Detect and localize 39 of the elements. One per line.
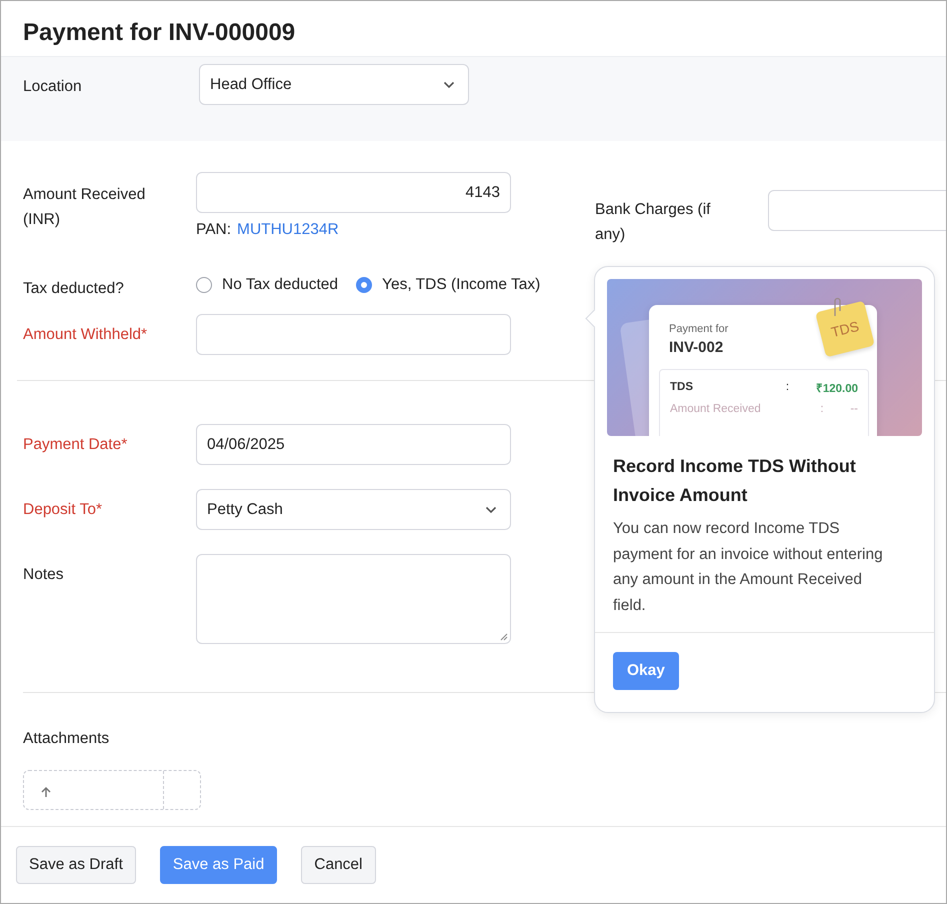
date-field[interactable]: 04/06/2025 [196,424,511,465]
location-dropdown[interactable]: Head Office [199,64,469,105]
card-caption: Payment for [669,323,728,335]
deposit-dropdown[interactable]: Petty Cash [196,489,511,530]
paperclip-icon [832,296,842,318]
chevron-down-icon [443,80,455,88]
pan-label: PAN: [196,221,232,239]
footer-button[interactable]: Save as Draft [16,846,136,884]
field-label: Location [23,77,83,97]
field-label: Amount Received (INR) [23,185,146,230]
field-label: Payment Date* [23,435,128,455]
upload-icon [40,786,52,798]
chevron-down-icon [485,506,497,514]
row-separator: : [820,403,825,415]
attachments-label: Attachments [23,729,110,749]
radio-option[interactable]: No Tax deducted [196,276,338,294]
notes-field[interactable] [196,554,511,644]
field-label: Amount Withheld* [23,325,148,345]
upload-button[interactable] [23,770,201,810]
row-separator: : [786,381,790,393]
field-label: Tax deducted? [23,279,125,299]
popover-message: You can now record Income TDS payment for an invoice without entering any amount in the Amount Received field. [613,519,884,616]
popover-title: Record Income TDS Without Invoice Amount [613,455,857,507]
invoice-number: INV-002 [669,339,724,356]
bank-charges-field[interactable] [768,190,946,231]
radio-option[interactable]: Yes, TDS (Income Tax) [356,276,540,294]
field-label: Notes [23,565,64,585]
amount-field[interactable]: 4143 [196,172,511,213]
row-value: -- [850,403,858,415]
page-title: Payment for INV-000009 [22,18,296,48]
field-label: Bank Charges (if any) [595,200,712,245]
row-value: ₹120.00 [816,382,858,394]
row-label: Amount Received [670,403,762,415]
resize-grip-icon [500,633,508,641]
pan-link[interactable]: MUTHU1234R [237,221,339,239]
footer-button[interactable]: Cancel [301,846,376,884]
field-label: Deposit To* [23,500,103,520]
row-label: TDS [670,381,694,393]
amount-withheld-field[interactable] [196,314,511,355]
